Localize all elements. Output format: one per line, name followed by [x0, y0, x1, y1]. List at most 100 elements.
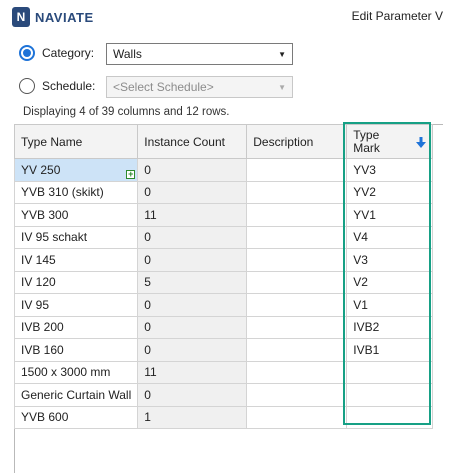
schedule-radio-row[interactable]: Schedule:: [19, 78, 102, 94]
category-dropdown-value: Walls: [113, 47, 142, 61]
table-row[interactable]: YV 250 + 0 YV3: [13, 158, 434, 182]
table-row[interactable]: IV 145 0 V3: [13, 248, 434, 272]
cell-description[interactable]: [246, 383, 348, 407]
cell-instance-count[interactable]: 0: [137, 225, 248, 249]
cell-description[interactable]: [246, 203, 348, 227]
cell-type-name[interactable]: YVB 310 (skikt): [13, 180, 139, 204]
cell-description[interactable]: [246, 180, 348, 204]
table-row[interactable]: 1500 x 3000 mm 11: [13, 360, 434, 384]
category-label: Category:: [42, 46, 95, 60]
cell-type-name[interactable]: YVB 300: [13, 203, 139, 227]
cell-type-mark[interactable]: V2: [346, 270, 434, 294]
header-instance-count[interactable]: Instance Count: [137, 124, 248, 159]
cell-instance-count-text: 0: [144, 387, 151, 402]
cell-instance-count-text: 11: [144, 365, 157, 380]
cell-type-mark-text: YV1: [353, 207, 376, 222]
cell-type-name-text: YVB 600: [21, 410, 69, 425]
header-description[interactable]: Description: [246, 124, 348, 159]
header-type-mark[interactable]: Type Mark: [346, 124, 434, 159]
cell-instance-count-text: 0: [144, 320, 151, 335]
table-row[interactable]: Generic Curtain Wall 0: [13, 383, 434, 407]
cell-type-name[interactable]: IV 95 schakt: [13, 225, 139, 249]
naviate-logo: N NAVIATE: [12, 7, 94, 27]
cell-type-mark-text: IVB2: [353, 320, 380, 335]
cell-description[interactable]: [246, 315, 348, 339]
cell-type-name[interactable]: IV 120: [13, 270, 139, 294]
cell-type-name[interactable]: IV 145: [13, 248, 139, 272]
sort-down-icon[interactable]: [416, 137, 427, 149]
cell-type-mark[interactable]: V1: [346, 293, 434, 317]
category-radio[interactable]: [19, 45, 35, 61]
header-type-mark-line1: Type: [353, 127, 380, 142]
table-row[interactable]: IV 95 0 V1: [13, 293, 434, 317]
cell-instance-count-text: 0: [144, 342, 151, 357]
cell-type-mark[interactable]: IVB2: [346, 315, 434, 339]
cell-type-name[interactable]: Generic Curtain Wall: [13, 383, 139, 407]
naviate-logo-text: NAVIATE: [35, 9, 94, 25]
cell-instance-count[interactable]: 11: [137, 203, 248, 227]
table-row[interactable]: IVB 200 0 IVB2: [13, 315, 434, 339]
cell-instance-count[interactable]: 0: [137, 180, 248, 204]
category-radio-row[interactable]: Category:: [19, 45, 102, 61]
cell-instance-count[interactable]: 5: [137, 270, 248, 294]
cell-instance-count-text: 1: [144, 410, 151, 425]
cell-instance-count-text: 0: [144, 297, 151, 312]
chevron-down-icon: ▼: [278, 82, 286, 92]
cell-instance-count-text: 5: [144, 275, 151, 290]
cell-description[interactable]: [246, 405, 348, 429]
plus-icon[interactable]: +: [126, 169, 136, 179]
table-row[interactable]: IV 95 schakt 0 V4: [13, 225, 434, 249]
cell-type-mark[interactable]: YV2: [346, 180, 434, 204]
cell-type-mark-text: YV3: [353, 162, 376, 177]
cell-type-name[interactable]: IVB 160: [13, 338, 139, 362]
cell-type-mark[interactable]: V4: [346, 225, 434, 249]
cell-instance-count[interactable]: 11: [137, 360, 248, 384]
cell-type-mark[interactable]: [346, 383, 434, 407]
schedule-dropdown-placeholder: <Select Schedule>: [113, 80, 214, 94]
cell-description[interactable]: [246, 158, 348, 182]
cell-type-name[interactable]: IVB 200: [13, 315, 139, 339]
cell-type-mark-text: V3: [353, 252, 368, 267]
cell-description[interactable]: [246, 225, 348, 249]
cell-description[interactable]: [246, 248, 348, 272]
cell-type-mark[interactable]: V3: [346, 248, 434, 272]
cell-instance-count[interactable]: 1: [137, 405, 248, 429]
cell-instance-count[interactable]: 0: [137, 383, 248, 407]
table-row[interactable]: IVB 160 0 IVB1: [13, 338, 434, 362]
table-row[interactable]: YVB 300 11 YV1: [13, 203, 434, 227]
cell-description[interactable]: [246, 270, 348, 294]
cell-type-mark[interactable]: [346, 405, 434, 429]
cell-type-name-text: Generic Curtain Wall: [21, 387, 132, 402]
cell-instance-count[interactable]: 0: [137, 315, 248, 339]
cell-type-mark[interactable]: [346, 360, 434, 384]
cell-instance-count[interactable]: 0: [137, 293, 248, 317]
cell-type-name[interactable]: 1500 x 3000 mm: [13, 360, 139, 384]
table-row[interactable]: YVB 600 1: [13, 405, 434, 429]
cell-description[interactable]: [246, 338, 348, 362]
header-type-name[interactable]: Type Name: [13, 124, 139, 159]
cell-type-name-text: IV 95: [21, 297, 50, 312]
table-row[interactable]: YVB 310 (skikt) 0 YV2: [13, 180, 434, 204]
cell-type-name[interactable]: YVB 600: [13, 405, 139, 429]
cell-description[interactable]: [246, 360, 348, 384]
schedule-label: Schedule:: [42, 79, 96, 93]
cell-instance-count-text: 11: [144, 207, 157, 222]
cell-instance-count[interactable]: 0: [137, 338, 248, 362]
cell-type-name[interactable]: IV 95: [13, 293, 139, 317]
cell-type-mark[interactable]: IVB1: [346, 338, 434, 362]
cell-instance-count[interactable]: 0: [137, 248, 248, 272]
cell-type-name-text: IV 95 schakt: [21, 230, 88, 245]
cell-type-name-text: IVB 200: [21, 320, 64, 335]
schedule-dropdown[interactable]: <Select Schedule> ▼: [106, 76, 293, 98]
category-dropdown[interactable]: Walls ▼: [106, 43, 293, 65]
table-row[interactable]: IV 120 5 V2: [13, 270, 434, 294]
cell-instance-count[interactable]: 0: [137, 158, 248, 182]
schedule-radio[interactable]: [19, 78, 35, 94]
cell-description[interactable]: [246, 293, 348, 317]
cell-instance-count-text: 0: [144, 230, 151, 245]
cell-type-name[interactable]: YV 250 +: [13, 158, 139, 182]
cell-instance-count-text: 0: [144, 162, 151, 177]
cell-type-mark[interactable]: YV1: [346, 203, 434, 227]
cell-type-mark-text: IVB1: [353, 342, 380, 357]
cell-type-mark[interactable]: YV3: [346, 158, 434, 182]
